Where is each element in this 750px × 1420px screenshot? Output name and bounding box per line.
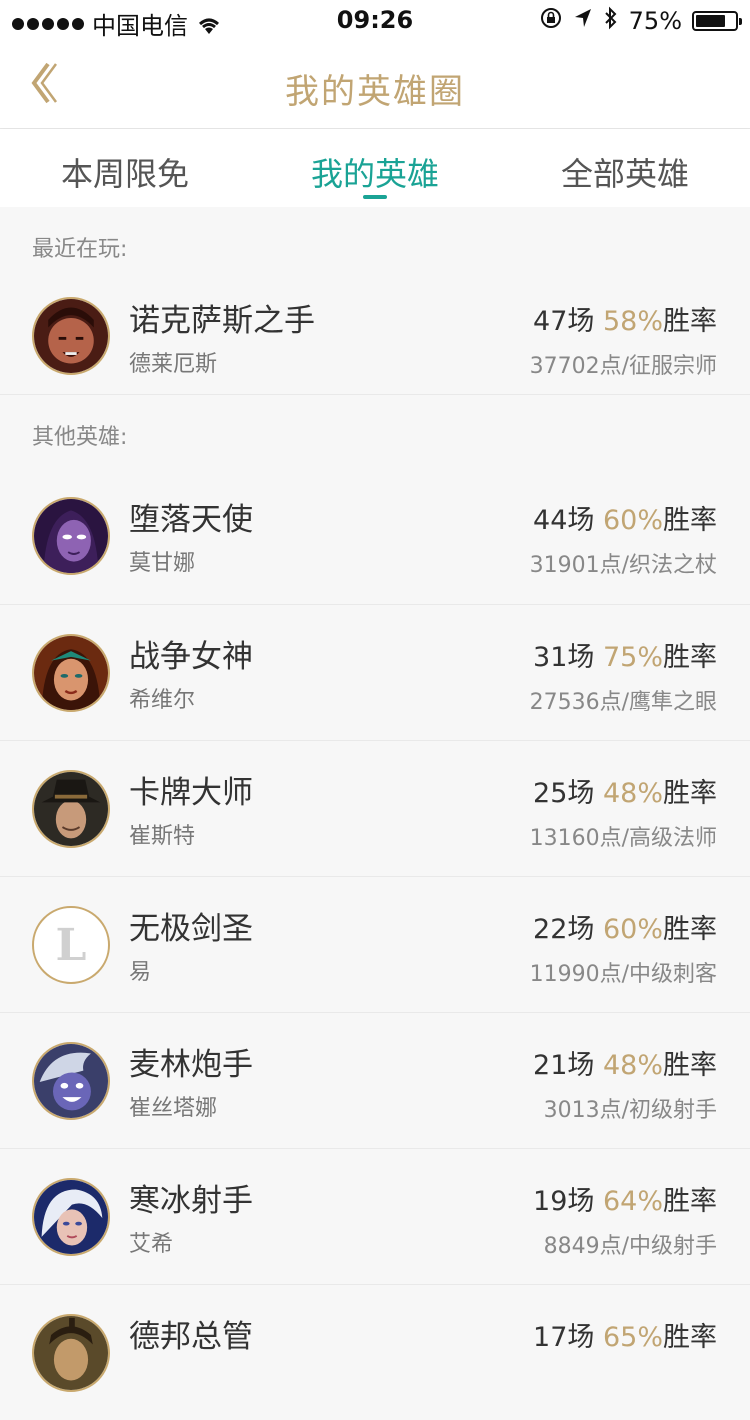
hero-title: 崔丝塔娜 xyxy=(129,1096,218,1121)
hero-row[interactable]: 卡牌大师 崔斯特 25场 48%胜率 13160点/高级法师 xyxy=(0,740,750,876)
win-rate-label: 胜率 xyxy=(663,914,717,945)
hero-avatar-placeholder: L xyxy=(32,906,110,984)
hero-avatar xyxy=(32,297,110,375)
hero-stats: 47场 58%胜率 xyxy=(533,299,717,338)
hero-row[interactable]: 诺克萨斯之手 德莱厄斯 47场 58%胜率 37702点/征服宗师 xyxy=(0,281,750,394)
win-rate-label: 胜率 xyxy=(663,1050,717,1081)
win-rate-label: 胜率 xyxy=(663,505,717,536)
location-icon xyxy=(573,7,593,35)
win-rate: 60% xyxy=(602,914,663,945)
games-count: 19场 xyxy=(533,1186,595,1217)
hero-avatar xyxy=(32,770,110,848)
hero-name: 无极剑圣 xyxy=(129,911,253,947)
hero-stats: 44场 60%胜率 xyxy=(533,498,717,537)
rotation-lock-icon xyxy=(539,6,563,36)
hero-stats: 31场 75%胜率 xyxy=(533,635,717,674)
tab-weekly-free[interactable]: 本周限免 xyxy=(0,129,250,207)
hero-row[interactable]: 寒冰射手 艾希 19场 64%胜率 8849点/中级射手 xyxy=(0,1148,750,1284)
win-rate-label: 胜率 xyxy=(663,306,717,337)
status-right: 75% xyxy=(539,6,742,36)
hero-list[interactable]: 最近在玩: 诺克萨斯之手 德莱厄斯 47场 58%胜率 37702点/征服宗师 … xyxy=(0,207,750,1420)
hero-stats: 22场 60%胜率 xyxy=(533,907,717,946)
win-rate-label: 胜率 xyxy=(663,642,717,673)
hero-avatar xyxy=(32,1314,110,1392)
hero-avatar xyxy=(32,634,110,712)
hero-avatar xyxy=(32,1042,110,1120)
hero-name: 卡牌大师 xyxy=(129,775,253,811)
games-count: 25场 xyxy=(533,778,595,809)
hero-row[interactable]: L 无极剑圣 易 22场 60%胜率 11990点/中级刺客 xyxy=(0,876,750,1012)
games-count: 17场 xyxy=(533,1322,595,1353)
win-rate: 65% xyxy=(602,1322,663,1353)
hero-points: 37702点/征服宗师 xyxy=(529,354,717,379)
placeholder-logo-icon: L xyxy=(55,919,87,971)
hero-title: 德莱厄斯 xyxy=(129,352,218,377)
hero-points: 27536点/鹰隼之眼 xyxy=(529,690,717,715)
tab-bar: 本周限免 我的英雄 全部英雄 xyxy=(0,129,750,207)
games-count: 47场 xyxy=(533,306,595,337)
status-bar: 中国电信 09:26 75% xyxy=(0,0,750,40)
games-count: 31场 xyxy=(533,642,595,673)
hero-stats: 21场 48%胜率 xyxy=(533,1043,717,1082)
hero-stats: 25场 48%胜率 xyxy=(533,771,717,810)
recent-section-header: 最近在玩: xyxy=(0,207,750,281)
hero-points: 31901点/织法之杖 xyxy=(529,553,717,578)
hero-title: 艾希 xyxy=(129,1232,174,1257)
hero-name: 战争女神 xyxy=(129,639,253,675)
hero-stats: 17场 65%胜率 xyxy=(533,1315,717,1354)
bluetooth-icon xyxy=(603,6,619,36)
hero-points: 8849点/中级射手 xyxy=(543,1234,717,1259)
hero-stats: 19场 64%胜率 xyxy=(533,1179,717,1218)
win-rate: 64% xyxy=(602,1186,663,1217)
tab-all-heroes[interactable]: 全部英雄 xyxy=(500,129,750,207)
hero-title: 崔斯特 xyxy=(129,824,196,849)
hero-name: 诺克萨斯之手 xyxy=(129,303,315,339)
hero-row[interactable]: 战争女神 希维尔 31场 75%胜率 27536点/鹰隼之眼 xyxy=(0,604,750,740)
page-title: 我的英雄圈 xyxy=(285,72,465,112)
others-section-header: 其他英雄: xyxy=(0,394,750,468)
battery-percent: 75% xyxy=(628,7,682,35)
hero-points: 13160点/高级法师 xyxy=(529,826,717,851)
hero-name: 麦林炮手 xyxy=(129,1047,253,1083)
hero-points: 11990点/中级刺客 xyxy=(529,962,717,987)
hero-row[interactable]: 麦林炮手 崔丝塔娜 21场 48%胜率 3013点/初级射手 xyxy=(0,1012,750,1148)
games-count: 44场 xyxy=(533,505,595,536)
hero-points: 3013点/初级射手 xyxy=(543,1098,717,1123)
win-rate: 60% xyxy=(602,505,663,536)
win-rate-label: 胜率 xyxy=(663,1186,717,1217)
hero-title: 莫甘娜 xyxy=(129,551,196,576)
win-rate: 58% xyxy=(602,306,663,337)
win-rate: 48% xyxy=(602,778,663,809)
hero-title: 希维尔 xyxy=(129,688,196,713)
hero-name: 寒冰射手 xyxy=(129,1183,253,1219)
nav-bar: 我的英雄圈 xyxy=(0,40,750,129)
tab-my-heroes[interactable]: 我的英雄 xyxy=(250,129,500,207)
hero-name: 堕落天使 xyxy=(129,502,253,538)
games-count: 22场 xyxy=(533,914,595,945)
hero-row[interactable]: 堕落天使 莫甘娜 44场 60%胜率 31901点/织法之杖 xyxy=(0,468,750,604)
hero-avatar xyxy=(32,1178,110,1256)
games-count: 21场 xyxy=(533,1050,595,1081)
win-rate: 75% xyxy=(602,642,663,673)
win-rate-label: 胜率 xyxy=(663,1322,717,1353)
hero-row[interactable]: 德邦总管 17场 65%胜率 xyxy=(0,1284,750,1420)
win-rate-label: 胜率 xyxy=(663,778,717,809)
battery-icon xyxy=(692,11,742,31)
hero-title: 易 xyxy=(129,960,152,985)
hero-avatar xyxy=(32,497,110,575)
win-rate: 48% xyxy=(602,1050,663,1081)
